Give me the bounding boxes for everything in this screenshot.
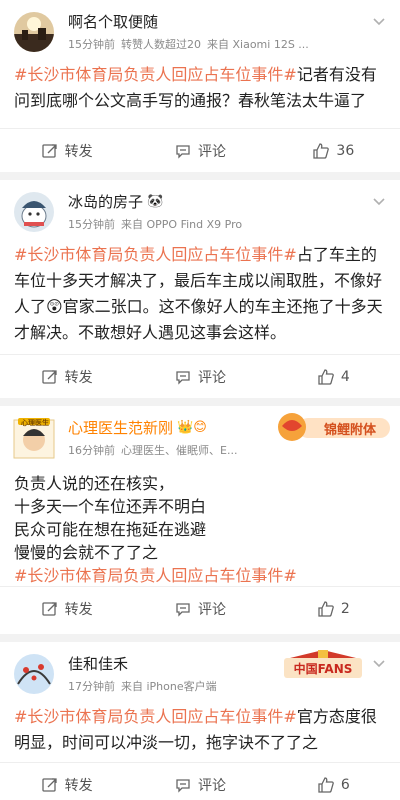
timestamp: 17分钟前 — [68, 680, 115, 693]
source-device: 来自 OPPO Find X9 Pro — [121, 218, 243, 231]
chevron-down-icon[interactable] — [370, 12, 388, 30]
comment-label: 评论 — [197, 143, 226, 160]
comment-label: 评论 — [197, 369, 226, 386]
like-count: 4 — [340, 368, 350, 385]
card-decoration: 锦鲤附体 — [276, 412, 392, 442]
like-count: 36 — [336, 142, 355, 159]
name-emoji: 🐼 — [147, 194, 164, 209]
repost-icon — [42, 369, 57, 384]
like-count: 2 — [340, 600, 350, 617]
like-icon — [318, 368, 334, 385]
post-text-line: 负责人说的还在核实， — [14, 474, 175, 493]
username[interactable]: 冰岛的房子 — [68, 192, 143, 212]
post-meta: 15分钟前 来自 OPPO Find X9 Pro — [68, 216, 358, 232]
like-icon — [318, 776, 334, 793]
repost-icon — [42, 777, 57, 792]
comment-icon — [176, 144, 190, 159]
like-button[interactable]: 6 — [267, 763, 400, 800]
post-text-line: 慢慢的会就不了了之 — [14, 543, 159, 562]
avatar[interactable]: 心理医生 — [13, 418, 55, 459]
repost-icon — [42, 143, 57, 158]
like-count: 6 — [340, 776, 350, 793]
decoration-label: 锦鲤附体 — [323, 423, 376, 438]
action-bar: 转发 评论 36 — [0, 128, 400, 172]
repost-button[interactable]: 转发 — [0, 587, 133, 630]
repost-label: 转发 — [64, 601, 93, 618]
post-card: 心理医生 心理医生范新刚 👑😊 16分钟前 心理医生、催眠师、E... 锦鲤附体 … — [0, 406, 400, 634]
repost-label: 转发 — [64, 777, 93, 794]
topic-tag[interactable]: #长沙市体育局负责人回应占车位事件# — [14, 245, 297, 264]
comment-button[interactable]: 评论 — [133, 763, 266, 800]
comment-icon — [176, 602, 190, 617]
vip-badges: 👑😊 — [177, 420, 207, 435]
like-icon — [313, 142, 330, 159]
repost-button[interactable]: 转发 — [0, 129, 133, 172]
card-decoration: 中国FANS — [282, 648, 364, 682]
action-bar: 转发 评论 6 — [0, 762, 400, 800]
decoration-label: 中国FANS — [293, 662, 353, 676]
timestamp: 16分钟前 — [68, 444, 115, 457]
like-icon — [318, 600, 334, 617]
repost-label: 转发 — [64, 143, 93, 160]
post-body: 负责人说的还在核实， 十多天一个车位还弄不明白 民众可能在想在拖延在逃避 慢慢的… — [0, 468, 400, 586]
like-button[interactable]: 2 — [267, 587, 400, 630]
username[interactable]: 心理医生范新刚 — [68, 418, 173, 438]
post-meta: 16分钟前 心理医生、催眠师、E... — [68, 442, 358, 458]
post-body: #长沙市体育局负责人回应占车位事件#记者有没有问到底哪个公文高手写的通报？春秋笔… — [0, 62, 400, 128]
timestamp: 15分钟前 — [68, 218, 115, 231]
repost-label: 转发 — [64, 369, 93, 386]
repost-count-note: 转赞人数超过20 — [121, 38, 201, 51]
comment-label: 评论 — [197, 601, 226, 618]
repost-button[interactable]: 转发 — [0, 355, 133, 398]
avatar-label: 心理医生 — [21, 419, 49, 427]
action-bar: 转发 评论 2 — [0, 586, 400, 630]
action-bar: 转发 评论 4 — [0, 354, 400, 398]
post-body: #长沙市体育局负责人回应占车位事件#占了车主的车位十多天才解决了，最后车主成以闹… — [0, 242, 400, 354]
comment-button[interactable]: 评论 — [133, 129, 266, 172]
user-title: 心理医生、催眠师、E... — [121, 444, 238, 457]
chevron-down-icon[interactable] — [370, 192, 388, 210]
source-device: 来自 Xiaomi 12S ... — [207, 38, 309, 51]
username[interactable]: 啊名个取便随 — [68, 12, 388, 32]
avatar[interactable] — [14, 654, 54, 694]
avatar[interactable] — [14, 12, 54, 52]
post-card: 佳和佳禾 17分钟前 来自 iPhone客户端 中国FANS #长沙市体育局负责人… — [0, 642, 400, 800]
repost-icon — [42, 601, 57, 616]
comment-button[interactable]: 评论 — [133, 355, 266, 398]
repost-button[interactable]: 转发 — [0, 763, 133, 800]
like-button[interactable]: 4 — [267, 355, 400, 398]
timestamp: 15分钟前 — [68, 38, 115, 51]
post-body: #长沙市体育局负责人回应占车位事件#官方态度很明显，时间可以冲淡一切，拖字诀不了… — [0, 704, 400, 762]
post-text-line: 十多天一个车位还弄不明白 — [14, 497, 207, 516]
topic-tag[interactable]: #长沙市体育局负责人回应占车位事件# — [14, 564, 388, 587]
post-card: 冰岛的房子 🐼 15分钟前 来自 OPPO Find X9 Pro #长沙市体育局… — [0, 180, 400, 398]
like-button[interactable]: 36 — [267, 129, 400, 172]
comment-button[interactable]: 评论 — [133, 587, 266, 630]
weibo-comment-feed: 啊名个取便随 15分钟前 转赞人数超过20 来自 Xiaomi 12S ... #长… — [0, 0, 400, 800]
source-device: 来自 iPhone客户端 — [121, 680, 217, 693]
topic-tag[interactable]: #长沙市体育局负责人回应占车位事件# — [14, 707, 297, 726]
comment-label: 评论 — [197, 777, 226, 794]
comment-icon — [176, 370, 190, 385]
topic-tag[interactable]: #长沙市体育局负责人回应占车位事件# — [14, 65, 297, 84]
post-text-line: 民众可能在想在拖延在逃避 — [14, 520, 207, 539]
chevron-down-icon[interactable] — [370, 654, 388, 672]
post-meta: 15分钟前 转赞人数超过20 来自 Xiaomi 12S ... — [68, 36, 358, 52]
avatar[interactable] — [14, 192, 54, 232]
post-card: 啊名个取便随 15分钟前 转赞人数超过20 来自 Xiaomi 12S ... #长… — [0, 0, 400, 172]
comment-icon — [176, 778, 190, 793]
username-row: 冰岛的房子 🐼 — [68, 192, 388, 212]
